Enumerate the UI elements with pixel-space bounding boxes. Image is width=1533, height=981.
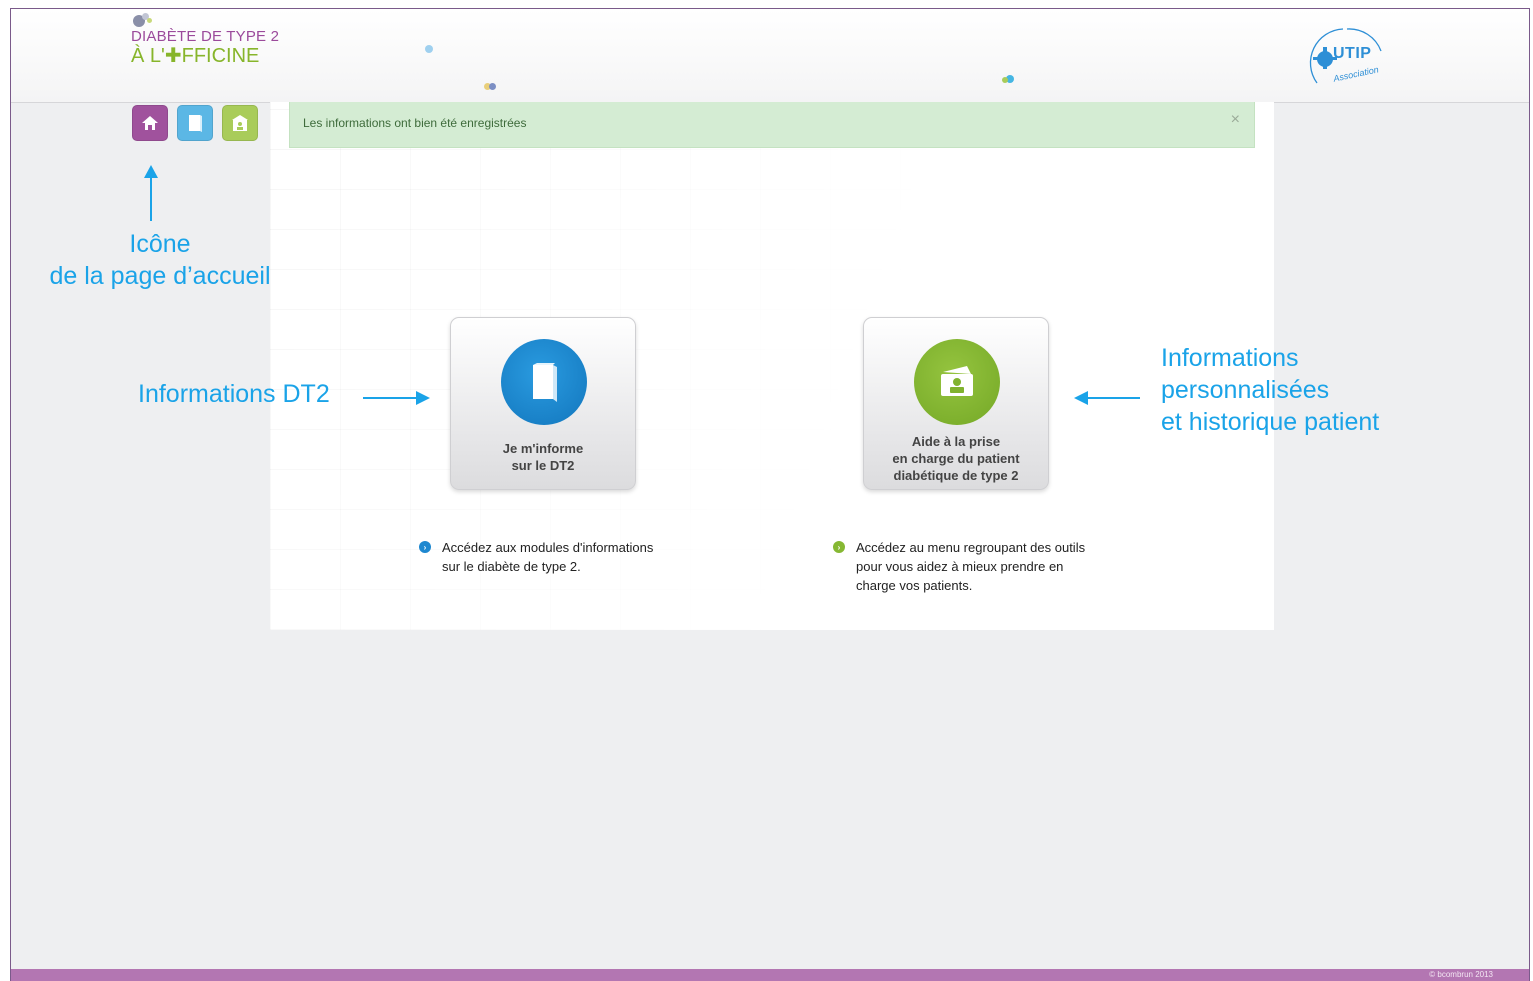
annotation-perso: Informations personnalisées et historiqu… (1161, 342, 1379, 438)
app-frame: DIABÈTE DE TYPE 2 À L'✚FFICINE UTIP Asso… (10, 8, 1530, 981)
logo-line2: À L'✚FFICINE (131, 45, 260, 67)
book-icon (533, 363, 557, 402)
annotation-arrow-right (363, 397, 419, 399)
card-label-line: diabétique de type 2 (893, 468, 1019, 483)
app-logo[interactable]: DIABÈTE DE TYPE 2 À L'✚FFICINE (131, 13, 280, 67)
card-label-line: en charge du patient (892, 451, 1020, 466)
annotation-perso-line: personnalisées (1161, 376, 1330, 404)
card-informations-icon-circle (501, 339, 587, 425)
bullet-aide: › Accédez au menu regroupant des outils … (833, 538, 1085, 595)
card-informations-label: Je m'informe sur le DT2 (451, 440, 635, 474)
bullet-aide-text: Accédez au menu regroupant des outils po… (856, 538, 1085, 595)
home-icon (142, 116, 158, 130)
card-aide-label: Aide à la prise en charge du patient dia… (864, 433, 1048, 484)
bullet-line: Accédez aux modules d'informations (442, 540, 654, 555)
arrow-head-up-icon (144, 165, 158, 178)
bullet-informations-text: Accédez aux modules d'informations sur l… (442, 538, 653, 576)
decor-dot (489, 83, 496, 90)
nav-icons (132, 105, 258, 141)
bullet-line: pour vous aidez à mieux prendre en (856, 559, 1064, 574)
annotation-home-line: de la page d’accueil (49, 262, 271, 290)
card-aide-patient[interactable]: Aide à la prise en charge du patient dia… (863, 317, 1049, 490)
arrow-head-right-icon (416, 391, 430, 405)
partner-logo: UTIP Association (1303, 23, 1393, 93)
decor-dot (425, 45, 433, 53)
success-alert: Les informations ont bien été enregistré… (289, 102, 1255, 148)
header: DIABÈTE DE TYPE 2 À L'✚FFICINE UTIP Asso… (11, 9, 1529, 103)
annotation-arrow-left (1086, 397, 1140, 399)
card-label-line: Aide à la prise (911, 434, 1001, 449)
footer-copyright: © bcombrun 2013 (1429, 970, 1493, 979)
alert-close-button[interactable]: × (1231, 111, 1240, 129)
logo-line1: DIABÈTE DE TYPE 2 (131, 28, 280, 45)
chevron-right-icon: › (833, 541, 845, 553)
bullet-informations: › Accédez aux modules d'informations sur… (419, 538, 653, 576)
bullet-line: sur le diabète de type 2. (442, 559, 581, 574)
footer: © bcombrun 2013 (11, 969, 1529, 981)
alert-message: Les informations ont bien été enregistré… (303, 116, 527, 130)
card-label-line: sur le DT2 (511, 458, 575, 473)
card-label-line: Je m'informe (502, 441, 584, 456)
patient-card-icon (232, 115, 248, 131)
annotation-info: Informations DT2 (138, 380, 330, 408)
annotation-arrow-up (150, 175, 152, 221)
bullet-line: Accédez au menu regroupant des outils (856, 540, 1086, 555)
annotation-perso-line: Informations (1161, 344, 1299, 372)
annotation-home-line: Icône (129, 230, 191, 258)
nav-home-button[interactable] (132, 105, 168, 141)
bullet-line: charge vos patients. (856, 578, 973, 593)
annotation-perso-line: et historique patient (1161, 408, 1380, 436)
partner-name: UTIP (1333, 45, 1372, 62)
nav-aide-button[interactable] (222, 105, 258, 141)
chevron-right-icon: › (419, 541, 431, 553)
card-informations[interactable]: Je m'informe sur le DT2 (450, 317, 636, 490)
patient-card-icon (941, 366, 973, 396)
card-aide-icon-circle (914, 339, 1000, 425)
annotation-home: Icône de la page d’accueil (20, 228, 300, 292)
book-icon (189, 115, 202, 132)
main-content: Les informations ont bien été enregistré… (270, 102, 1274, 630)
nav-informations-button[interactable] (177, 105, 213, 141)
decor-dot (1002, 77, 1008, 83)
